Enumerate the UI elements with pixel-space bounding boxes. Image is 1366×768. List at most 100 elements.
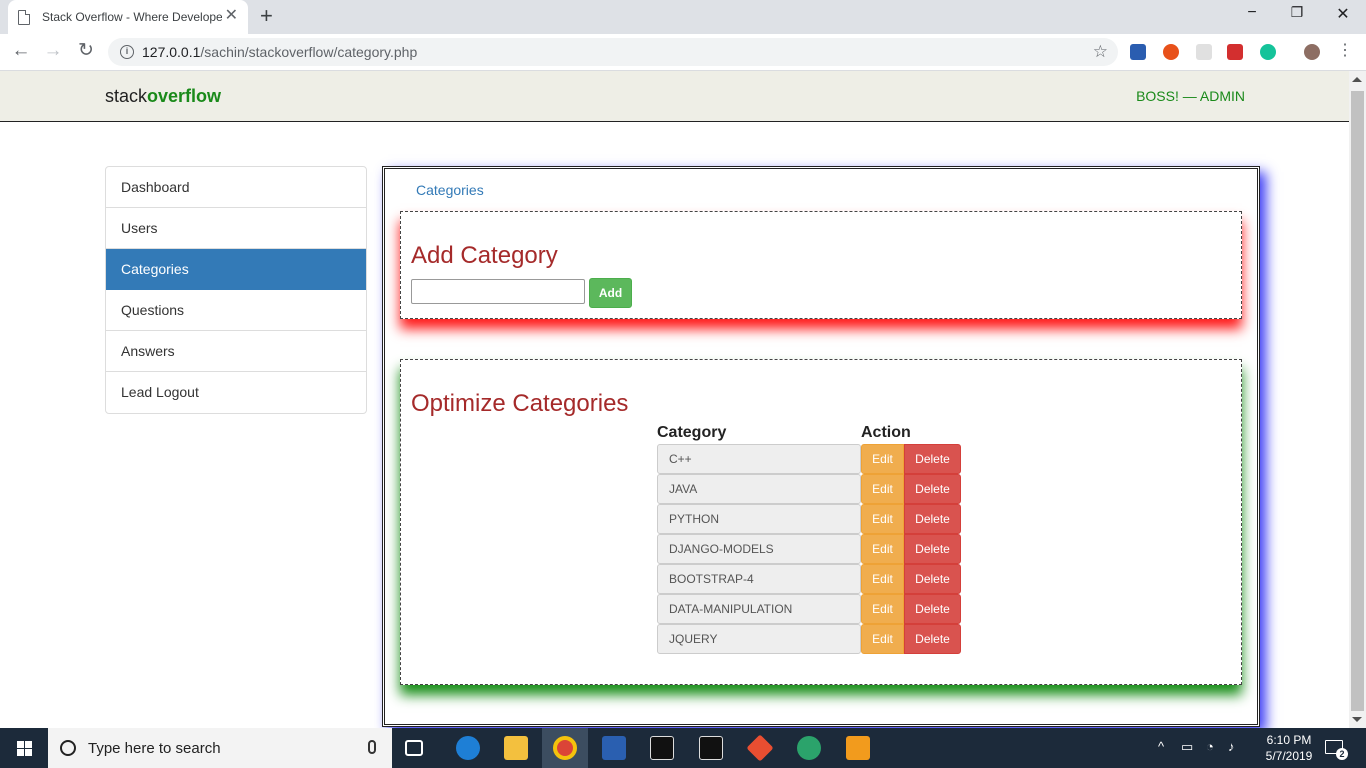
add-category-box: Add Category Add [400, 211, 1242, 319]
profile-avatar[interactable] [1304, 44, 1320, 60]
browser-tab[interactable]: Stack Overflow - Where Develope ✕ [8, 0, 248, 34]
restore-icon[interactable]: ❐ [1287, 4, 1307, 21]
start-button[interactable] [0, 728, 48, 768]
category-name: BOOTSTRAP-4 [657, 564, 861, 594]
optimize-categories-box: Optimize Categories Category Action C++ … [400, 359, 1242, 685]
extension-icon-2[interactable] [1163, 44, 1179, 60]
delete-button[interactable]: Delete [904, 534, 961, 564]
task-view-icon[interactable] [405, 740, 423, 756]
reload-icon[interactable]: ↻ [75, 40, 97, 62]
sidebar-item-questions[interactable]: Questions [106, 290, 366, 331]
chrome-icon[interactable] [553, 736, 577, 760]
scroll-thumb[interactable] [1351, 91, 1364, 711]
taskbar-clock[interactable]: 6:10 PM 5/7/2019 [1258, 732, 1320, 764]
edit-button[interactable]: Edit [861, 624, 904, 654]
column-header-category: Category [657, 424, 727, 441]
table-row: PYTHON Edit Delete [657, 504, 962, 534]
microphone-icon[interactable] [368, 740, 376, 754]
browser-tabstrip: Stack Overflow - Where Develope ✕ + − ❐ … [0, 0, 1366, 34]
edit-button[interactable]: Edit [861, 594, 904, 624]
site-navbar: stackoverflow BOSS! — ADMIN [0, 71, 1349, 122]
user-label: BOSS! — ADMIN [1136, 88, 1245, 104]
add-category-button[interactable]: Add [589, 278, 632, 308]
notification-count-badge: 2 [1336, 748, 1348, 760]
search-placeholder: Type here to search [88, 739, 221, 757]
sidebar-item-answers[interactable]: Answers [106, 331, 366, 372]
new-tab-button[interactable]: + [260, 4, 273, 28]
sidebar-item-categories[interactable]: Categories [106, 249, 366, 290]
edit-button[interactable]: Edit [861, 444, 904, 474]
optimize-categories-heading: Optimize Categories [411, 390, 629, 417]
delete-button[interactable]: Delete [904, 474, 961, 504]
bookmark-star-icon[interactable]: ☆ [1093, 42, 1108, 62]
table-row: DATA-MANIPULATION Edit Delete [657, 594, 962, 624]
sidebar-item-dashboard[interactable]: Dashboard [106, 167, 366, 208]
delete-button[interactable]: Delete [904, 594, 961, 624]
admin-sidebar: Dashboard Users Categories Questions Ans… [105, 166, 367, 414]
site-info-icon[interactable]: i [120, 45, 134, 59]
git-icon[interactable] [746, 734, 774, 762]
file-explorer-icon[interactable] [504, 736, 528, 760]
breadcrumb[interactable]: Categories [416, 182, 484, 198]
scroll-up-icon[interactable] [1352, 77, 1362, 82]
atom-icon[interactable] [797, 736, 821, 760]
battery-icon[interactable]: ▭ [1181, 739, 1193, 755]
brand-logo[interactable]: stackoverflow [105, 86, 221, 107]
clock-date: 5/7/2019 [1265, 749, 1313, 763]
cors-extension-icon[interactable] [1227, 44, 1243, 60]
category-name: JAVA [657, 474, 861, 504]
edit-button[interactable]: Edit [861, 564, 904, 594]
taskbar-search-box[interactable]: Type here to search [48, 728, 392, 768]
page-scrollbar[interactable] [1349, 71, 1366, 728]
terminal-icon[interactable] [699, 736, 723, 760]
wifi-icon[interactable]: ◔ [1206, 739, 1214, 754]
edit-button[interactable]: Edit [861, 504, 904, 534]
table-row: BOOTSTRAP-4 Edit Delete [657, 564, 962, 594]
add-category-heading: Add Category [411, 242, 558, 269]
windows-taskbar: Type here to search ^ ▭ ◔ ♪ 6:10 PM 5/7/… [0, 728, 1366, 768]
edit-button[interactable]: Edit [861, 534, 904, 564]
category-name: DJANGO-MODELS [657, 534, 861, 564]
window-close-icon[interactable]: ✕ [1333, 4, 1353, 24]
category-name: JQUERY [657, 624, 861, 654]
tray-chevron-icon[interactable]: ^ [1158, 739, 1164, 754]
address-bar[interactable]: i 127.0.0.1/sachin/stackoverflow/categor… [108, 38, 1118, 66]
delete-button[interactable]: Delete [904, 504, 961, 534]
cortana-icon [60, 740, 76, 756]
browser-toolbar: ← → ↻ i 127.0.0.1/sachin/stackoverflow/c… [0, 34, 1366, 71]
table-row: JQUERY Edit Delete [657, 624, 962, 654]
url-text: 127.0.0.1/sachin/stackoverflow/category.… [142, 44, 418, 60]
table-row: DJANGO-MODELS Edit Delete [657, 534, 962, 564]
document-icon [18, 9, 30, 25]
command-prompt-icon[interactable] [650, 736, 674, 760]
volume-icon[interactable]: ♪ [1228, 739, 1235, 754]
windows-logo-icon [16, 740, 32, 756]
column-header-action: Action [861, 424, 911, 441]
edge-icon[interactable] [456, 736, 480, 760]
table-row: C++ Edit Delete [657, 444, 962, 474]
back-icon[interactable]: ← [10, 40, 32, 62]
grammarly-icon[interactable] [1260, 44, 1276, 60]
table-row: JAVA Edit Delete [657, 474, 962, 504]
minimize-icon[interactable]: − [1242, 4, 1262, 22]
delete-button[interactable]: Delete [904, 564, 961, 594]
delete-button[interactable]: Delete [904, 624, 961, 654]
clock-time: 6:10 PM [1266, 733, 1312, 747]
category-name: C++ [657, 444, 861, 474]
extension-icon-1[interactable] [1130, 44, 1146, 60]
sidebar-item-logout[interactable]: Lead Logout [106, 372, 366, 413]
sidebar-item-users[interactable]: Users [106, 208, 366, 249]
sublime-text-icon[interactable] [846, 736, 870, 760]
powershell-icon[interactable] [602, 736, 626, 760]
category-name-input[interactable] [411, 279, 585, 304]
extension-icon-3[interactable] [1196, 44, 1212, 60]
scroll-down-icon[interactable] [1352, 717, 1362, 722]
category-name: PYTHON [657, 504, 861, 534]
tab-title: Stack Overflow - Where Develope [42, 10, 222, 24]
delete-button[interactable]: Delete [904, 444, 961, 474]
edit-button[interactable]: Edit [861, 474, 904, 504]
close-tab-icon[interactable]: ✕ [225, 8, 238, 24]
menu-kebab-icon[interactable]: ⋮ [1334, 40, 1356, 62]
forward-icon[interactable]: → [42, 40, 64, 62]
category-name: DATA-MANIPULATION [657, 594, 861, 624]
